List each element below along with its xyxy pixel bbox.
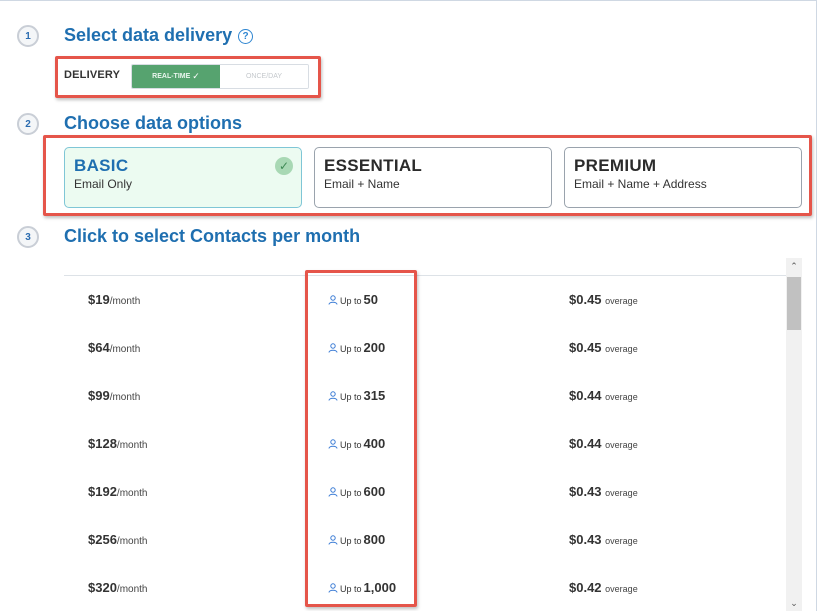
plan-price-value: $320 (88, 580, 117, 595)
delivery-option-once-day-label: ONCE/DAY (245, 73, 283, 80)
plan-overage-label: overage (605, 584, 638, 594)
chevron-up-icon[interactable]: ⌃ (786, 259, 802, 273)
plan-overage: $0.43 overage (569, 532, 638, 547)
plan-row[interactable]: $320/month Up to 1,000 $0.42 overage (64, 564, 786, 611)
step-2-badge: 2 (17, 113, 39, 135)
plan-overage-value: $0.44 (569, 436, 602, 451)
option-card-basic[interactable]: BASIC Email Only ✓ (64, 147, 302, 208)
plan-list-scrollbar[interactable]: ⌃ ⌄ (786, 258, 802, 611)
option-name: BASIC (74, 156, 129, 175)
plan-overage-value: $0.44 (569, 388, 602, 403)
plan-overage: $0.45 overage (569, 292, 638, 307)
plan-overage-label: overage (605, 536, 638, 546)
plan-price-period: /month (109, 392, 141, 403)
contacts-highlight-box (305, 270, 417, 607)
plan-overage-value: $0.45 (569, 340, 602, 355)
plan-overage: $0.45 overage (569, 340, 638, 355)
delivery-option-once-day[interactable]: ONCE/DAY (220, 65, 308, 88)
step-2-title: Choose data options (64, 113, 243, 133)
option-name: PREMIUM (574, 156, 657, 175)
plan-row[interactable]: $192/month Up to 600 $0.43 overage (64, 468, 786, 516)
plan-overage-label: overage (605, 488, 638, 498)
plan-overage-value: $0.43 (569, 532, 602, 547)
plan-row[interactable]: $19/month Up to 50 $0.45 overage (64, 276, 786, 324)
chevron-down-icon[interactable]: ⌄ (786, 596, 802, 610)
check-icon: ✓ (192, 71, 200, 81)
plan-price-value: $256 (88, 532, 117, 547)
plan-row[interactable]: $64/month Up to 200 $0.45 overage (64, 324, 786, 372)
plan-price: $192/month (88, 484, 148, 499)
plan-overage-label: overage (605, 392, 638, 402)
option-description: Email Only (74, 177, 133, 191)
plan-price: $64/month (88, 340, 140, 355)
plan-price-value: $99 (88, 388, 110, 403)
step-1-badge: 1 (17, 25, 39, 47)
option-description: Email + Name + Address (574, 177, 707, 191)
plan-overage: $0.42 overage (569, 580, 638, 595)
plan-overage: $0.44 overage (569, 436, 638, 451)
plan-price-period: /month (116, 488, 148, 499)
plan-overage-value: $0.42 (569, 580, 602, 595)
plan-price-value: $128 (88, 436, 117, 451)
option-card-premium[interactable]: PREMIUM Email + Name + Address (564, 147, 802, 208)
plan-price: $128/month (88, 436, 148, 451)
delivery-toggle: REAL-TIME ✓ ONCE/DAY (131, 64, 309, 89)
plan-overage: $0.43 overage (569, 484, 638, 499)
plan-price-period: /month (109, 344, 141, 355)
plan-price-period: /month (109, 296, 141, 307)
step-3-title: Click to select Contacts per month (64, 226, 361, 246)
plan-overage-label: overage (605, 296, 638, 306)
plan-price-period: /month (116, 440, 148, 451)
option-card-essential[interactable]: ESSENTIAL Email + Name (314, 147, 552, 208)
plan-price-period: /month (116, 536, 148, 547)
plan-overage-value: $0.45 (569, 292, 602, 307)
delivery-label: DELIVERY (64, 69, 121, 81)
scroll-thumb[interactable] (787, 277, 801, 330)
option-name: ESSENTIAL (324, 156, 423, 175)
option-description: Email + Name (324, 177, 400, 191)
plan-price: $320/month (88, 580, 148, 595)
plan-price-value: $192 (88, 484, 117, 499)
plan-row[interactable]: $256/month Up to 800 $0.43 overage (64, 516, 786, 564)
step-1-title-text: Select data delivery (64, 25, 233, 45)
step-3-badge: 3 (17, 226, 39, 248)
plan-price-value: $64 (88, 340, 110, 355)
step-1-title: Select data delivery? (64, 25, 254, 46)
plan-price-value: $19 (88, 292, 110, 307)
plan-price: $256/month (88, 532, 148, 547)
delivery-option-real-time-label: REAL-TIME (152, 73, 191, 80)
delivery-option-real-time[interactable]: REAL-TIME ✓ (132, 65, 220, 88)
plan-list: $19/month Up to 50 $0.45 overage $64/month Up… (64, 275, 786, 611)
plan-overage-label: overage (605, 440, 638, 450)
plan-price-period: /month (116, 584, 148, 595)
plan-overage: $0.44 overage (569, 388, 638, 403)
plan-price: $19/month (88, 292, 140, 307)
plan-overage-value: $0.43 (569, 484, 602, 499)
plan-overage-label: overage (605, 344, 638, 354)
plan-price: $99/month (88, 388, 140, 403)
plan-row[interactable]: $128/month Up to 400 $0.44 overage (64, 420, 786, 468)
help-icon[interactable]: ? (238, 29, 254, 44)
plan-row[interactable]: $99/month Up to 315 $0.44 overage (64, 372, 786, 420)
check-circle-icon: ✓ (275, 157, 293, 175)
